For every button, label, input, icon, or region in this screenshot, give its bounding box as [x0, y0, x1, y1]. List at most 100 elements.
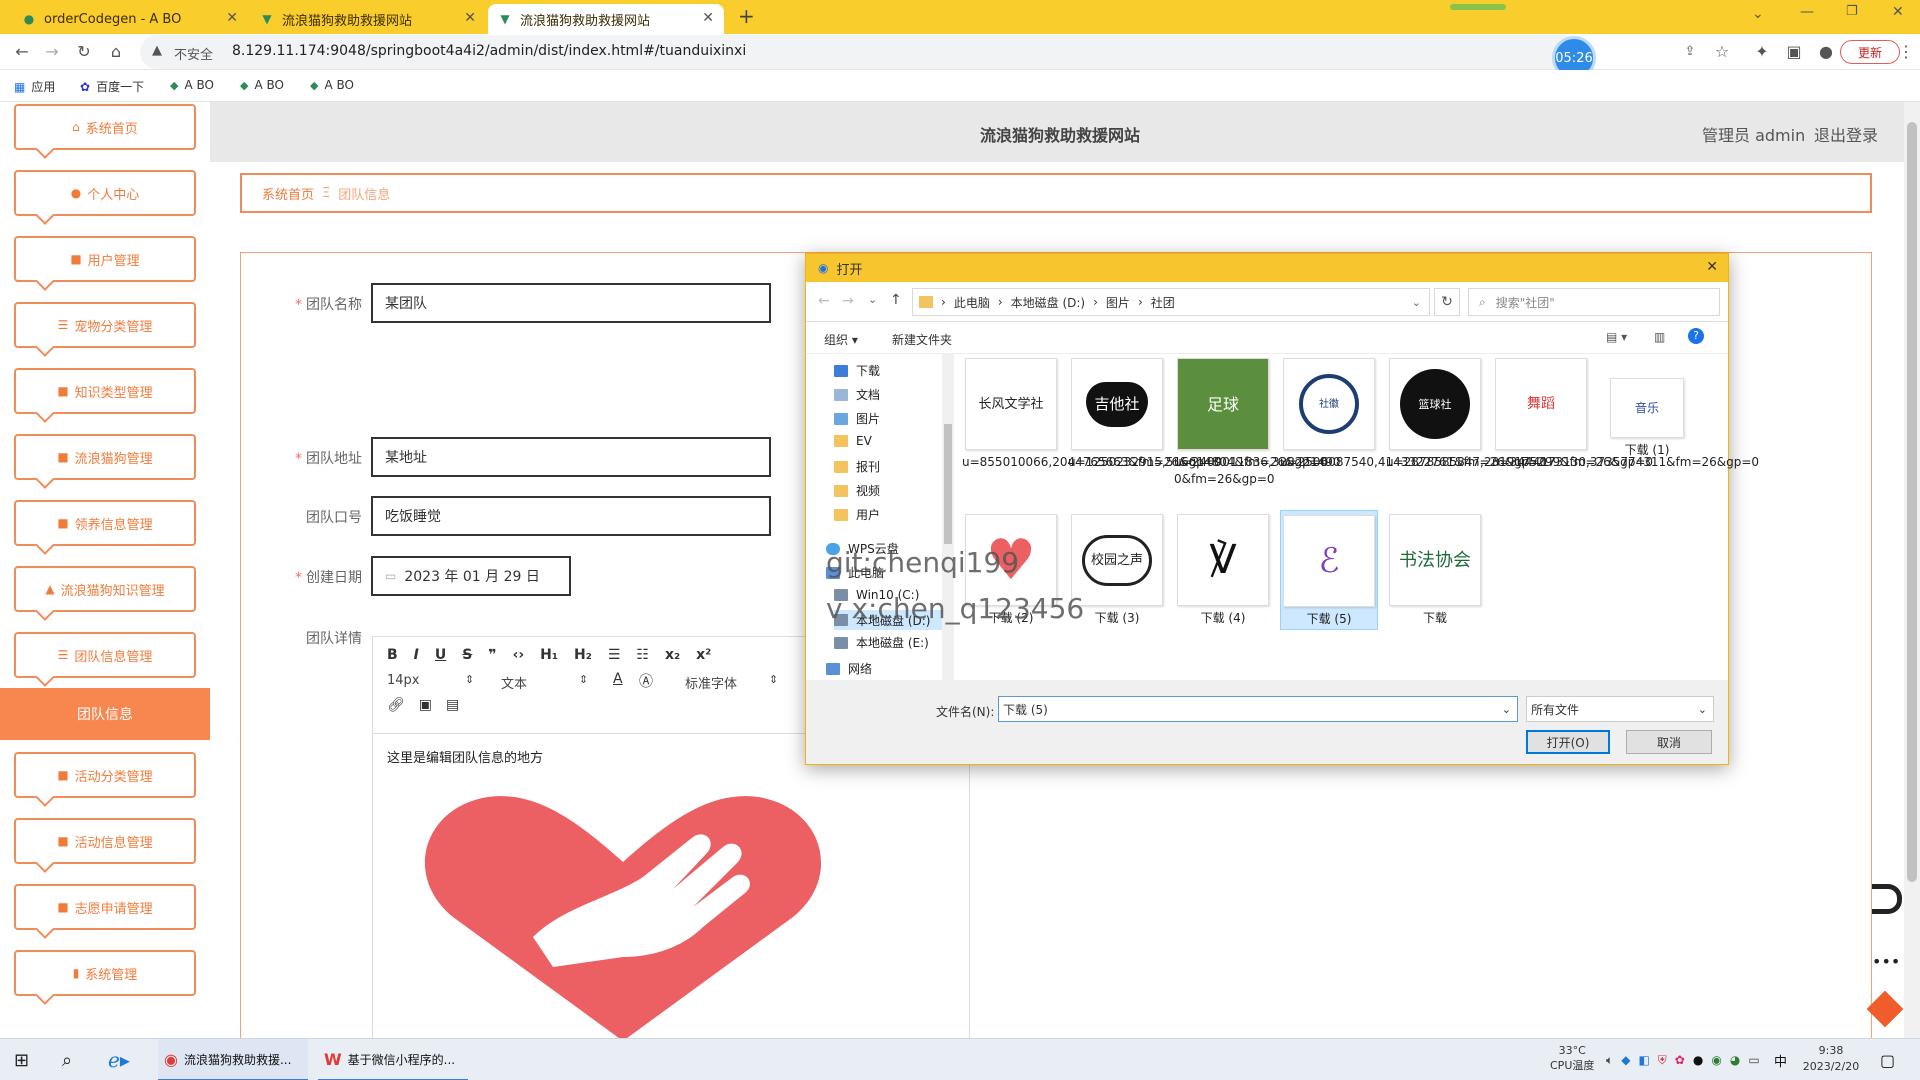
- italic-icon[interactable]: I: [414, 647, 419, 663]
- file-item[interactable]: 足球 u=2409011836,328221490 0&fm=26&gp=0: [1174, 358, 1341, 488]
- file-item[interactable]: 舞蹈 u=3444173130,3735774311&fm=26&gp=0: [1492, 358, 1759, 471]
- close-tab-icon[interactable]: ✕: [464, 10, 476, 26]
- sidebar-item-knowledge[interactable]: ▲ 流浪猫狗知识管理: [14, 566, 196, 612]
- tray-app-icon[interactable]: ◆: [1621, 1053, 1630, 1067]
- file-item-selected[interactable]: ℰ 下载 (5): [1280, 510, 1378, 630]
- bullet-list-icon[interactable]: ☷: [636, 647, 649, 663]
- ime-indicator[interactable]: 中: [1774, 1039, 1787, 1080]
- extensions-icon[interactable]: ✦: [1752, 42, 1772, 62]
- back-icon[interactable]: ←: [12, 42, 32, 62]
- nav-item-videos[interactable]: 视频: [834, 482, 880, 499]
- home-icon[interactable]: ⌂: [106, 42, 126, 62]
- restore-icon[interactable]: ❐: [1846, 4, 1858, 19]
- close-tab-icon[interactable]: ✕: [702, 10, 714, 26]
- start-icon[interactable]: ⊞: [14, 1039, 29, 1080]
- tab-rescue-2[interactable]: ▼ 流浪猫狗救助救援网站 ✕: [488, 4, 724, 34]
- sidebar-item-adoption[interactable]: ■ 领养信息管理: [14, 500, 196, 546]
- nav-item-ev[interactable]: EV: [834, 434, 872, 448]
- team-address-input[interactable]: 某地址: [371, 437, 771, 477]
- notification-icon[interactable]: ▢: [1880, 1039, 1895, 1080]
- nav-scrollbar[interactable]: [942, 354, 954, 680]
- sidebar-item-knowledge-type[interactable]: ■ 知识类型管理: [14, 368, 196, 414]
- sidebar-item-users[interactable]: ■ 用户管理: [14, 236, 196, 282]
- tray-app-icon[interactable]: ◉: [1711, 1053, 1721, 1067]
- minimize-icon[interactable]: —: [1800, 4, 1814, 20]
- filetype-dropdown-icon[interactable]: ⌄: [1698, 703, 1707, 716]
- close-window-icon[interactable]: ✕: [1892, 4, 1904, 20]
- file-item[interactable]: 书法协会 下载: [1386, 514, 1484, 627]
- bold-icon[interactable]: B: [387, 647, 398, 663]
- nav-scrollbar-thumb[interactable]: [944, 424, 952, 544]
- breadcrumb-home[interactable]: 系统首页: [262, 184, 314, 203]
- menu-icon[interactable]: ⋮: [1896, 42, 1916, 62]
- nav-item-network[interactable]: 网络: [826, 660, 872, 677]
- sidebar-item-pet-category[interactable]: ☰ 宠物分类管理: [14, 302, 196, 348]
- nav-item-downloads[interactable]: 下载: [834, 362, 880, 379]
- dialog-close-icon[interactable]: ✕: [1706, 259, 1718, 275]
- close-tab-icon[interactable]: ✕: [226, 10, 238, 26]
- tray-qq-icon[interactable]: ●: [1693, 1053, 1703, 1067]
- video-icon[interactable]: ▤: [446, 697, 459, 713]
- dialog-path-bar[interactable]: › 此电脑 › 本地磁盘 (D:) › 图片 › 社团 ⌄: [912, 288, 1430, 316]
- floating-widget-icon[interactable]: [1872, 884, 1902, 914]
- font-family-select[interactable]: 标准字体: [685, 673, 737, 692]
- profile-icon[interactable]: ●: [1816, 42, 1836, 62]
- sidebar-item-activity-info[interactable]: ■ 活动信息管理: [14, 818, 196, 864]
- code-icon[interactable]: ‹›: [513, 647, 525, 663]
- view-mode-icon[interactable]: ▤ ▾: [1606, 330, 1627, 344]
- superscript-icon[interactable]: x²: [696, 647, 711, 663]
- floating-button-icon[interactable]: [1866, 990, 1904, 1028]
- dialog-forward-icon[interactable]: →: [842, 293, 854, 309]
- sidebar-item-profile[interactable]: ● 个人中心: [14, 170, 196, 216]
- filetype-select[interactable]: 所有文件 ⌄: [1526, 696, 1714, 722]
- more-dots-icon[interactable]: •••: [1872, 952, 1900, 971]
- bookmark-abo-2[interactable]: ◆ A BO: [240, 78, 284, 92]
- new-folder-button[interactable]: 新建文件夹: [892, 331, 952, 348]
- subscript-icon[interactable]: x₂: [665, 647, 680, 663]
- created-date-picker[interactable]: ▭ 2023 年 01 月 29 日: [371, 556, 571, 596]
- file-item[interactable]: 社徽 u=2506087540,4143322761&fm=26&gp=0: [1280, 358, 1547, 471]
- address-bar[interactable]: ▲ 不安全 8.129.11.174:9048/springboot4a4i2/…: [140, 35, 1580, 69]
- open-button[interactable]: 打开(O): [1526, 730, 1610, 754]
- font-color-icon[interactable]: A: [613, 671, 623, 687]
- update-button[interactable]: 更新: [1840, 40, 1900, 64]
- clock[interactable]: 9:38 2023/2/20: [1796, 1043, 1866, 1075]
- filename-dropdown-icon[interactable]: ⌄: [1502, 703, 1511, 716]
- tray-wechat-icon[interactable]: ◕: [1730, 1053, 1740, 1067]
- volume-icon[interactable]: 🔈︎: [1606, 1053, 1613, 1068]
- font-size-arrows-icon[interactable]: ⇕: [465, 673, 474, 686]
- tray-app-icon[interactable]: ◧: [1638, 1053, 1649, 1067]
- ie-icon[interactable]: ℯ▸: [108, 1039, 130, 1080]
- background-color-icon[interactable]: Ⓐ: [639, 671, 653, 691]
- filename-input[interactable]: 下载 (5) ⌄: [998, 696, 1518, 722]
- network-icon[interactable]: ▭: [1748, 1053, 1759, 1067]
- bookmark-abo-3[interactable]: ◆ A BO: [310, 78, 354, 92]
- dialog-back-icon[interactable]: ←: [818, 293, 830, 309]
- team-name-input[interactable]: 某团队: [371, 283, 771, 323]
- nav-item-documents[interactable]: 文档: [834, 386, 880, 403]
- image-icon[interactable]: ▣: [419, 697, 432, 713]
- path-segment[interactable]: 社团: [1151, 294, 1175, 311]
- nav-item-drive-e[interactable]: 本地磁盘 (E:): [834, 634, 929, 651]
- h1-icon[interactable]: H₁: [540, 647, 558, 663]
- file-item[interactable]: 长风文学社 u=855010066,2044765663&fm=26&gp=0: [962, 358, 1221, 471]
- tray-shield-icon[interactable]: ⛨: [1658, 1053, 1667, 1068]
- file-item[interactable]: 音乐 下载 (1): [1598, 378, 1696, 459]
- tab-rescue-1[interactable]: ▼ 流浪猫狗救助救援网站 ✕: [250, 4, 486, 34]
- format-arrows-icon[interactable]: ⇕: [579, 673, 588, 686]
- taskbar-app-chrome[interactable]: ◉ 流浪猫狗救助救援...: [158, 1039, 308, 1080]
- link-icon[interactable]: 🔗︎: [387, 697, 405, 713]
- preview-pane-icon[interactable]: ▥: [1654, 330, 1665, 344]
- format-select[interactable]: 文本: [501, 673, 527, 692]
- help-icon[interactable]: ?: [1688, 328, 1704, 344]
- file-item[interactable]: 篮球社 u=2878585847,2319175299&fm=26&gp=0: [1386, 358, 1653, 471]
- taskbar-app-wps[interactable]: W 基于微信小程序的...: [318, 1039, 468, 1080]
- path-segment[interactable]: 此电脑: [954, 294, 990, 311]
- reload-icon[interactable]: ↻: [74, 42, 94, 62]
- sidebar-item-team[interactable]: ☰ 团队信息管理: [14, 632, 196, 678]
- search-icon[interactable]: ⌕: [62, 1039, 72, 1080]
- nav-item-user[interactable]: 用户: [834, 506, 880, 523]
- sidebar-item-home[interactable]: ⌂ 系统首页: [14, 104, 196, 150]
- sidebar-item-volunteer[interactable]: ■ 志愿申请管理: [14, 884, 196, 930]
- font-family-arrows-icon[interactable]: ⇕: [769, 673, 778, 686]
